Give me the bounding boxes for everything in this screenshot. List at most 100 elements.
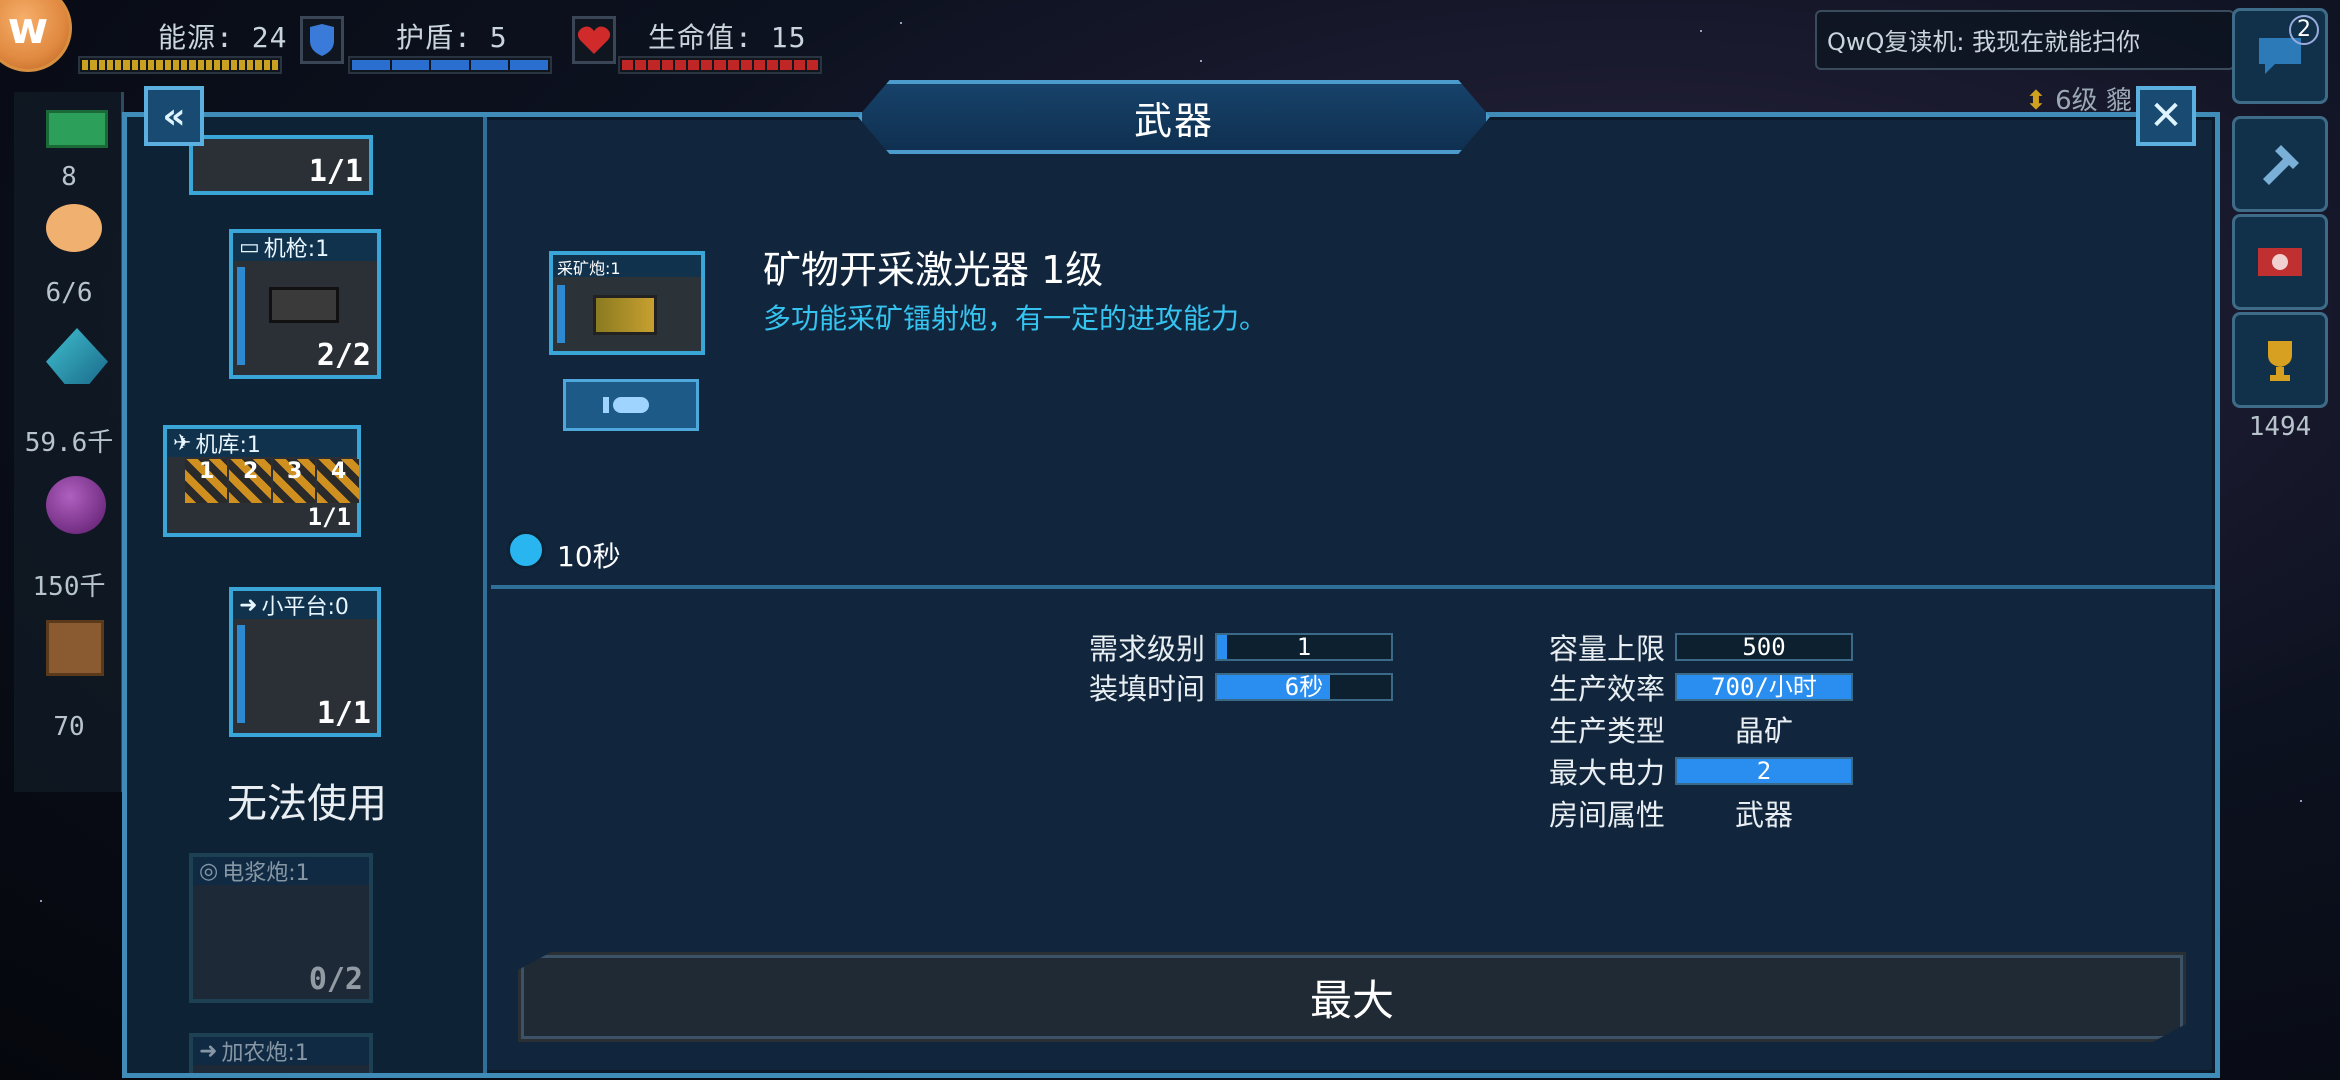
- stat-required-level: 需求级别 1: [1083, 631, 1393, 666]
- stat-value: 1: [1296, 633, 1312, 661]
- weapon-description: 多功能采矿镭射炮，有一定的进攻能力。: [763, 302, 1268, 335]
- resource-rail: 8 6/6 59.6千 150千 70: [14, 92, 124, 792]
- chat-message: QwQ复读机: 我现在就能扫你: [1827, 28, 2141, 56]
- unusable-text: 无法使用: [227, 781, 387, 827]
- stat-bar: 700/小时: [1675, 673, 1853, 701]
- max-button[interactable]: 最大: [518, 952, 2186, 1042]
- stat-production-type: 生产类型 晶矿: [1543, 713, 1853, 748]
- stat-max-power: 最大电力 2: [1543, 755, 1853, 790]
- back-button[interactable]: «: [144, 86, 204, 146]
- plane-icon: ✈: [173, 430, 192, 456]
- heart-icon: [572, 16, 616, 64]
- life-stat: 生命值: 15: [618, 12, 828, 80]
- star: [40, 900, 42, 902]
- room-count: 2/2: [316, 338, 371, 373]
- mining-laser-icon: [593, 295, 657, 335]
- chat-box[interactable]: QwQ复读机: 我现在就能扫你: [1815, 10, 2235, 70]
- gas-icon: [46, 476, 106, 534]
- trophy-icon: [2268, 341, 2292, 381]
- crate-value: 70: [53, 712, 85, 742]
- crate-icon: [46, 620, 104, 676]
- build-button[interactable]: [2232, 116, 2328, 212]
- fleet-button[interactable]: [2232, 214, 2328, 310]
- weapon-detail: 采矿炮:1 矿物开采激光器 1级 多功能采矿镭射炮，有一定的进攻能力。 10秒: [491, 117, 2215, 589]
- weapon-name: 矿物开采激光器 1级: [763, 248, 1104, 292]
- weapon-thumbnail: 采矿炮:1: [549, 251, 705, 355]
- room-card[interactable]: 1/1: [189, 135, 373, 195]
- trophy-button[interactable]: [2232, 312, 2328, 408]
- detail-area: 采矿炮:1 矿物开采激光器 1级 多功能采矿镭射炮，有一定的进攻能力。 10秒 …: [491, 117, 2215, 1073]
- build-time: 10秒: [557, 540, 621, 573]
- stat-room-attribute: 房间属性 武器: [1543, 797, 1853, 832]
- arrow-icon: ➜: [199, 1038, 218, 1064]
- shield-stat: 护盾: 5: [348, 12, 558, 80]
- shield-label: 护盾: 5: [396, 21, 508, 54]
- room-label: ➜ 小平台:0: [233, 591, 377, 620]
- crystal-value: 59.6千: [24, 428, 114, 458]
- arrow-icon: ➜: [239, 592, 258, 618]
- stat-capacity: 容量上限 500: [1543, 631, 1853, 666]
- stat-key: 需求级别: [1088, 632, 1205, 666]
- power-indicator: [237, 625, 245, 723]
- gun-icon: ▭: [239, 234, 260, 260]
- stat-value: 700/小时: [1711, 673, 1817, 701]
- hangar-bay: 1: [185, 459, 227, 503]
- stat-bar: 500: [1675, 633, 1853, 661]
- room-card-plasma-cannon[interactable]: ◎ 电浆炮:1 0/2: [189, 853, 373, 1003]
- stat-value: 晶矿: [1734, 714, 1793, 748]
- money-value: 8: [61, 162, 77, 192]
- crew-icon: [46, 204, 102, 252]
- life-label: 生命值: 15: [648, 21, 807, 54]
- close-button[interactable]: ✕: [2136, 86, 2196, 146]
- star: [2300, 800, 2302, 802]
- energy-bar: [78, 56, 282, 74]
- money-icon: [46, 110, 108, 148]
- crew-value: 6/6: [45, 278, 93, 308]
- player-avatar[interactable]: w: [0, 0, 72, 72]
- star: [900, 22, 902, 24]
- stat-production-rate: 生产效率 700/小时: [1543, 671, 1853, 706]
- panel-title: 武器: [858, 80, 1490, 154]
- trophy-count: 1494: [2248, 412, 2312, 442]
- double-chevron-left-icon: «: [162, 95, 186, 137]
- gas-value: 150千: [32, 572, 106, 602]
- chat-badge: 2: [2289, 15, 2319, 45]
- stat-reload-time: 装填时间 6秒: [1083, 671, 1393, 706]
- crystal-icon: [46, 328, 108, 384]
- stat-bar: 6秒: [1215, 673, 1393, 701]
- star: [1200, 60, 1202, 62]
- chat-button[interactable]: 2: [2232, 8, 2328, 104]
- energy-label: 能源: 24: [158, 21, 288, 54]
- shield-bar: [348, 56, 552, 74]
- fleet-icon: [2258, 248, 2302, 276]
- power-indicator: [237, 267, 245, 365]
- room-card-hangar[interactable]: ✈ 机库:1 1 2 3 4 1/1: [163, 425, 361, 537]
- hangar-bay: 2: [229, 459, 271, 503]
- stat-value: 武器: [1734, 798, 1793, 832]
- room-label: ✈ 机库:1: [167, 429, 357, 458]
- room-count: 1/1: [308, 154, 363, 189]
- room-list[interactable]: 1/1 ▭ 机枪:1 2/2 ✈ 机库:1 1 2 3 4 1/1 ➜ 小平台:0 1…: [127, 117, 487, 1073]
- life-bar: [618, 56, 822, 74]
- power-indicator: [557, 285, 565, 343]
- machine-gun-icon: [269, 287, 339, 323]
- stat-value: 6秒: [1284, 673, 1324, 701]
- room-label: ▭ 机枪:1: [233, 233, 377, 262]
- hangar-bay: 3: [273, 459, 315, 503]
- room-card-small-platform[interactable]: ➜ 小平台:0 1/1: [229, 587, 381, 737]
- stat-key: 房间属性: [1548, 798, 1665, 832]
- stat-bar: 2: [1675, 757, 1853, 785]
- clock-icon: [507, 531, 545, 569]
- room-card-machine-gun[interactable]: ▭ 机枪:1 2/2: [229, 229, 381, 379]
- room-count: 0/2: [308, 962, 363, 997]
- avatar-letter: w: [7, 2, 49, 54]
- stat-value: 2: [1756, 757, 1772, 785]
- ammo-button[interactable]: [563, 379, 699, 431]
- room-card-cannon[interactable]: ➜ 加农炮:1: [189, 1033, 373, 1073]
- star: [1700, 30, 1702, 32]
- room-label: ➜ 加农炮:1: [193, 1037, 369, 1066]
- weapon-panel: 1/1 ▭ 机枪:1 2/2 ✈ 机库:1 1 2 3 4 1/1 ➜ 小平台:0 1…: [122, 112, 2220, 1078]
- stat-key: 生产类型: [1548, 714, 1665, 748]
- room-count: 1/1: [316, 696, 371, 731]
- stat-value: 500: [1742, 633, 1786, 661]
